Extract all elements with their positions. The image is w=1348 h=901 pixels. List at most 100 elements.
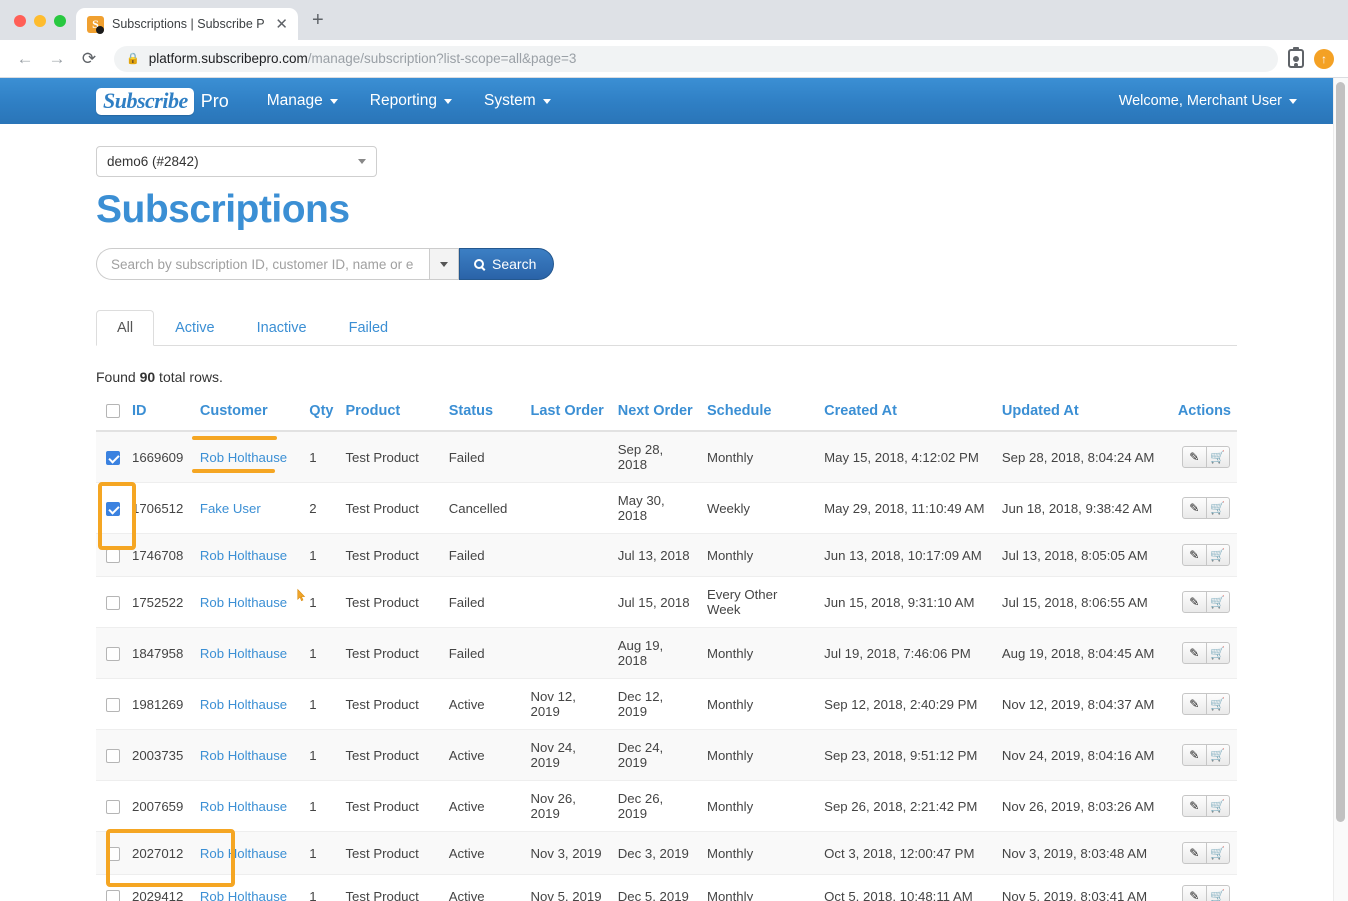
cell-status: Active: [442, 831, 525, 875]
row-checkbox[interactable]: [106, 697, 120, 712]
column-header-schedule[interactable]: Schedule: [700, 397, 819, 432]
customer-link[interactable]: Rob Holthause: [200, 595, 287, 610]
row-checkbox[interactable]: [106, 846, 120, 861]
cart-icon[interactable]: 🛒: [1205, 545, 1229, 565]
cell-product: Test Product: [339, 831, 443, 875]
row-action-buttons: ✎ 🛒: [1181, 446, 1230, 468]
cart-icon[interactable]: 🛒: [1205, 843, 1229, 863]
cell-last-order: Nov 26, 2019: [524, 780, 612, 832]
nav-item-system[interactable]: System: [468, 92, 567, 110]
back-icon[interactable]: ←: [10, 44, 40, 74]
column-header-id[interactable]: ID: [126, 397, 194, 432]
nav-item-reporting[interactable]: Reporting: [354, 92, 468, 110]
column-header-created-at[interactable]: Created At: [818, 397, 996, 432]
close-tab-icon[interactable]: ✕: [273, 17, 290, 32]
update-icon[interactable]: ↑: [1314, 48, 1334, 69]
cart-icon[interactable]: 🛒: [1205, 498, 1229, 518]
column-header-updated-at[interactable]: Updated At: [995, 397, 1172, 432]
column-header-last-order[interactable]: Last Order: [524, 397, 612, 432]
customer-link[interactable]: Rob Holthause: [200, 889, 287, 901]
column-header-product[interactable]: Product: [339, 397, 443, 432]
customer-link[interactable]: Fake User: [200, 501, 261, 516]
edit-icon[interactable]: ✎: [1183, 886, 1206, 901]
row-checkbox[interactable]: [106, 748, 120, 763]
tab-failed[interactable]: Failed: [328, 310, 410, 346]
scrollbar-thumb[interactable]: [1336, 82, 1345, 822]
customer-link[interactable]: Rob Holthause: [200, 548, 287, 563]
cart-icon[interactable]: 🛒: [1205, 592, 1229, 612]
edit-icon[interactable]: ✎: [1183, 498, 1206, 518]
page-scrollbar[interactable]: [1333, 78, 1348, 901]
cell-id: 2027012: [126, 831, 194, 875]
results-suffix: total rows.: [155, 369, 223, 385]
cart-icon[interactable]: 🛒: [1205, 796, 1229, 816]
chevron-down-icon: [329, 98, 338, 104]
select-all-checkbox[interactable]: [106, 404, 120, 419]
customer-link[interactable]: Rob Holthause: [200, 846, 287, 861]
row-checkbox[interactable]: [106, 595, 120, 610]
tab-all[interactable]: All: [96, 310, 155, 346]
url-path: /manage/subscription?list-scope=all&page…: [307, 51, 577, 66]
row-checkbox[interactable]: [106, 450, 120, 465]
cell-id: 1669609: [126, 431, 194, 483]
maximize-window-button[interactable]: [54, 15, 66, 27]
edit-icon[interactable]: ✎: [1183, 447, 1206, 467]
tab-active[interactable]: Active: [154, 310, 236, 346]
minimize-window-button[interactable]: [34, 15, 46, 27]
edit-icon[interactable]: ✎: [1183, 745, 1206, 765]
row-action-buttons: ✎ 🛒: [1181, 693, 1230, 715]
user-menu[interactable]: Welcome, Merchant User: [1119, 93, 1333, 109]
customer-link[interactable]: Rob Holthause: [200, 697, 287, 712]
cell-last-order: [524, 533, 612, 577]
cart-icon[interactable]: 🛒: [1205, 745, 1229, 765]
search-options-dropdown[interactable]: [429, 248, 459, 280]
nav-item-manage[interactable]: Manage: [251, 92, 354, 110]
chevron-down-icon: [358, 159, 366, 164]
customer-link[interactable]: Rob Holthause: [200, 450, 287, 465]
search-button[interactable]: Search: [459, 248, 555, 280]
column-header-next-order[interactable]: Next Order: [611, 397, 701, 432]
search-button-label: Search: [492, 256, 537, 272]
table-row: 1981269 Rob Holthause 1 Test Product Active N…: [96, 678, 1237, 730]
subscribe-pro-logo[interactable]: Subscribe: [96, 87, 194, 115]
cell-next-order: Dec 12, 2019: [611, 678, 701, 730]
forward-icon[interactable]: →: [42, 44, 72, 74]
edit-icon[interactable]: ✎: [1183, 592, 1206, 612]
edit-icon[interactable]: ✎: [1183, 545, 1206, 565]
column-header-customer[interactable]: Customer: [193, 397, 304, 432]
clipboard-icon[interactable]: [1288, 47, 1304, 68]
nav-item-label: Manage: [266, 92, 323, 109]
cart-icon[interactable]: 🛒: [1205, 886, 1229, 901]
edit-icon[interactable]: ✎: [1183, 643, 1206, 663]
row-checkbox[interactable]: [106, 646, 120, 661]
cell-updated-at: Jul 15, 2018, 8:06:55 AM: [995, 576, 1172, 628]
column-header-status[interactable]: Status: [442, 397, 525, 432]
edit-icon[interactable]: ✎: [1183, 694, 1206, 714]
row-select-cell: [96, 533, 126, 577]
customer-link[interactable]: Rob Holthause: [200, 748, 287, 763]
customer-link[interactable]: Rob Holthause: [200, 646, 287, 661]
customer-link[interactable]: Rob Holthause: [200, 799, 287, 814]
cart-icon[interactable]: 🛒: [1205, 447, 1229, 467]
row-checkbox[interactable]: [106, 889, 120, 901]
browser-tab[interactable]: S Subscriptions | Subscribe Pro | ✕: [76, 8, 298, 40]
close-window-button[interactable]: [14, 15, 26, 27]
cart-icon[interactable]: 🛒: [1205, 643, 1229, 663]
table-row: 2029412 Rob Holthause 1 Test Product Active N…: [96, 874, 1237, 901]
edit-icon[interactable]: ✎: [1183, 796, 1206, 816]
edit-icon[interactable]: ✎: [1183, 843, 1206, 863]
cell-qty: 1: [303, 874, 340, 901]
cell-id: 1746708: [126, 533, 194, 577]
tab-inactive[interactable]: Inactive: [236, 310, 328, 346]
reload-icon[interactable]: ⟳: [74, 44, 104, 74]
address-bar[interactable]: 🔒 platform.subscribepro.com/manage/subsc…: [114, 45, 1278, 72]
cart-icon[interactable]: 🛒: [1205, 694, 1229, 714]
row-select-cell: [96, 831, 126, 875]
search-input[interactable]: Search by subscription ID, customer ID, …: [96, 248, 429, 280]
row-checkbox[interactable]: [106, 548, 120, 563]
new-tab-button[interactable]: +: [312, 9, 324, 40]
row-checkbox[interactable]: [106, 501, 120, 516]
row-checkbox[interactable]: [106, 799, 120, 814]
store-selector[interactable]: demo6 (#2842): [96, 146, 377, 177]
column-header-qty[interactable]: Qty: [303, 397, 340, 432]
